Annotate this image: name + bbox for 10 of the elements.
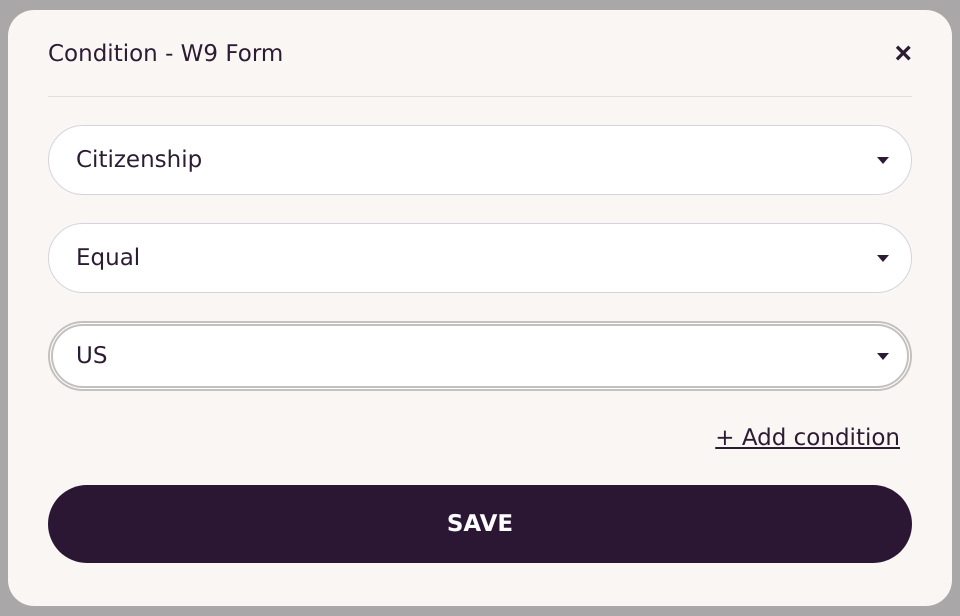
close-button[interactable]: × [888,38,912,68]
select-field[interactable]: Citizenship [48,125,912,195]
select-field[interactable]: US [48,321,912,391]
caret-icon [877,156,889,164]
save-button[interactable]: SAVE [48,485,912,563]
caret-icon [877,254,889,262]
add-condition-link[interactable]: + Add condition [715,425,900,451]
select-field[interactable]: Equal [48,223,912,293]
caret-icon [877,352,889,360]
dialog-title: Condition - W9 Form [48,40,284,66]
